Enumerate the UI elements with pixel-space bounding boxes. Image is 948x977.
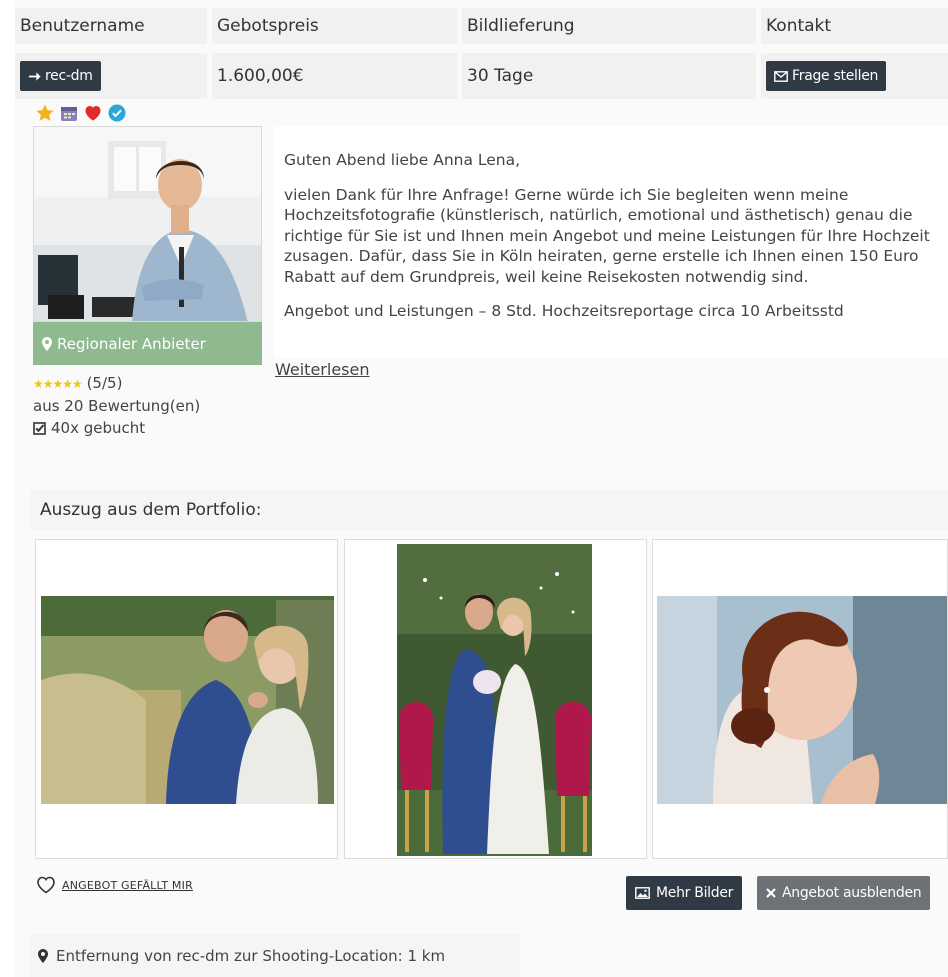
delivery-value: 30 Tage — [462, 53, 756, 99]
hide-offer-button[interactable]: Angebot ausblenden — [757, 876, 931, 910]
region-text: Regionaler Anbieter — [57, 334, 206, 353]
username-cell: rec-dm — [15, 53, 207, 99]
checkbox-checked-icon — [33, 421, 46, 435]
price-value: 1.600,00€ — [212, 53, 457, 99]
read-more-link[interactable]: Weiterlesen — [275, 360, 369, 379]
username-label: rec-dm — [45, 68, 93, 84]
regional-provider-label: Regionaler Anbieter — [33, 322, 262, 365]
rating-block: ★★★★★ (5/5) aus 20 Bewertung(en) 40x geb… — [33, 372, 200, 439]
rating-line: ★★★★★ (5/5) — [33, 372, 200, 395]
badge-row — [33, 101, 129, 125]
portfolio-heading: Auszug aus dem Portfolio: — [30, 490, 948, 530]
contact-cell: Frage stellen — [761, 53, 948, 99]
arrow-right-icon — [28, 71, 41, 81]
like-label: ANGEBOT GEFÄLLT MIR — [62, 878, 193, 892]
image-icon — [635, 887, 650, 899]
rating-stars-icon: ★★★★★ — [33, 377, 83, 391]
close-icon — [766, 888, 776, 898]
ask-question-label: Frage stellen — [792, 68, 879, 84]
offer-message: Guten Abend liebe Anna Lena, vielen Dank… — [274, 126, 948, 358]
message-cut-line: Angebot und Leistungen – 8 Std. Hochzeit… — [284, 302, 844, 320]
header-username: Benutzername — [15, 8, 207, 44]
heart-badge-icon — [81, 101, 104, 124]
calendar-badge-icon — [57, 101, 80, 124]
map-marker-icon — [38, 948, 48, 963]
booked-count: 40x gebucht — [51, 419, 146, 437]
like-offer[interactable]: ANGEBOT GEFÄLLT MIR — [36, 876, 193, 894]
distance-text: Entfernung von rec-dm zur Shooting-Locat… — [56, 946, 446, 965]
distance-info: Entfernung von rec-dm zur Shooting-Locat… — [30, 934, 520, 977]
rating-score: (5/5) — [86, 374, 123, 392]
portfolio-image-3[interactable] — [652, 539, 948, 859]
hide-offer-label: Angebot ausblenden — [782, 885, 922, 901]
heart-outline-icon — [37, 876, 55, 894]
more-images-label: Mehr Bilder — [656, 885, 734, 901]
username-button[interactable]: rec-dm — [20, 61, 101, 91]
envelope-icon — [774, 70, 788, 82]
profile-photo — [33, 126, 262, 322]
header-price: Gebotspreis — [212, 8, 457, 44]
star-badge-icon — [33, 101, 56, 124]
header-delivery: Bildlieferung — [462, 8, 756, 44]
booked-line: 40x gebucht — [33, 417, 200, 439]
message-greeting: Guten Abend liebe Anna Lena, — [284, 151, 521, 169]
ask-question-button[interactable]: Frage stellen — [766, 61, 887, 91]
message-body: vielen Dank für Ihre Anfrage! Gerne würd… — [284, 185, 930, 286]
header-contact: Kontakt — [761, 8, 948, 44]
verified-badge-icon — [105, 101, 128, 124]
map-marker-icon — [42, 336, 52, 351]
more-images-button[interactable]: Mehr Bilder — [626, 876, 743, 910]
portfolio-image-2[interactable] — [344, 539, 647, 859]
portfolio-image-1[interactable] — [35, 539, 338, 859]
review-count: aus 20 Bewertung(en) — [33, 397, 201, 415]
